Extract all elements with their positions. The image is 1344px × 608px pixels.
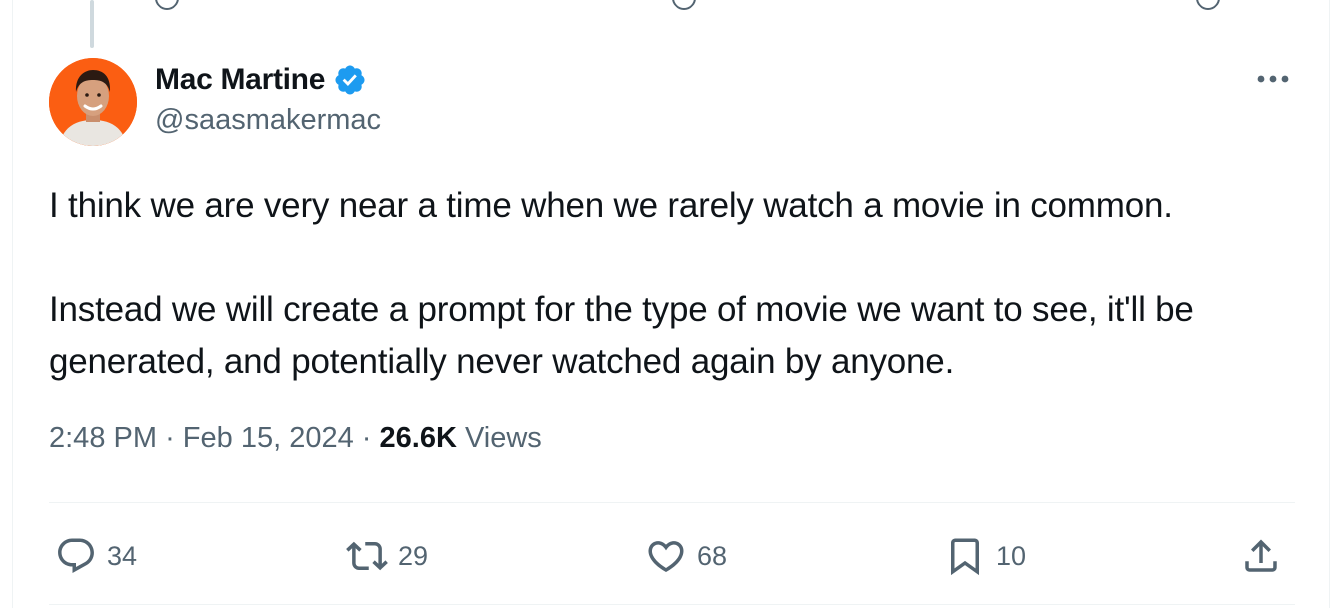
tweet-paragraph: Instead we will create a prompt for the …: [49, 290, 1194, 381]
author-handle[interactable]: @saasmakermac: [155, 104, 381, 137]
like-button[interactable]: 68: [645, 532, 727, 580]
retweet-button[interactable]: 29: [346, 532, 428, 580]
heart-icon: [648, 541, 684, 573]
avatar-portrait-icon: [49, 58, 137, 146]
retweet-count: 29: [398, 540, 429, 571]
thread-connector-line: [90, 0, 94, 48]
views-label: Views: [464, 422, 542, 454]
reply-count: 34: [107, 540, 138, 571]
bookmark-icon: [951, 538, 979, 576]
author-name[interactable]: Mac Martine: [155, 63, 325, 97]
tweet-time[interactable]: 2:48 PM: [49, 422, 157, 454]
divider: [49, 604, 1295, 605]
tweet-actions: 34 29 68 10: [0, 532, 1344, 580]
verified-badge-icon[interactable]: [333, 63, 367, 97]
reply-button[interactable]: 34: [55, 532, 137, 580]
tweet-paragraph: I think we are very near a time when we …: [49, 186, 1173, 225]
like-count: 68: [697, 540, 728, 571]
more-options-button[interactable]: [1246, 64, 1300, 94]
tweet-meta: 2:48 PM · Feb 15, 2024 · 26.6K Views: [49, 422, 542, 455]
tweet-text: I think we are very near a time when we …: [49, 180, 1309, 388]
retweet-icon: [346, 541, 388, 571]
divider: [49, 502, 1295, 503]
author-name-row: Mac Martine: [155, 60, 367, 100]
avatar[interactable]: [49, 58, 137, 146]
bookmark-button[interactable]: 10: [944, 532, 1026, 580]
bookmark-count: 10: [996, 540, 1027, 571]
meta-separator: ·: [165, 422, 175, 454]
reply-icon: [58, 538, 94, 573]
more-horizontal-icon: [1257, 75, 1289, 83]
views-count: 26.6K: [379, 422, 457, 454]
share-icon: [1245, 539, 1277, 572]
share-button[interactable]: [1240, 532, 1282, 580]
tweet-date[interactable]: Feb 15, 2024: [183, 422, 354, 454]
meta-separator: ·: [361, 422, 372, 454]
